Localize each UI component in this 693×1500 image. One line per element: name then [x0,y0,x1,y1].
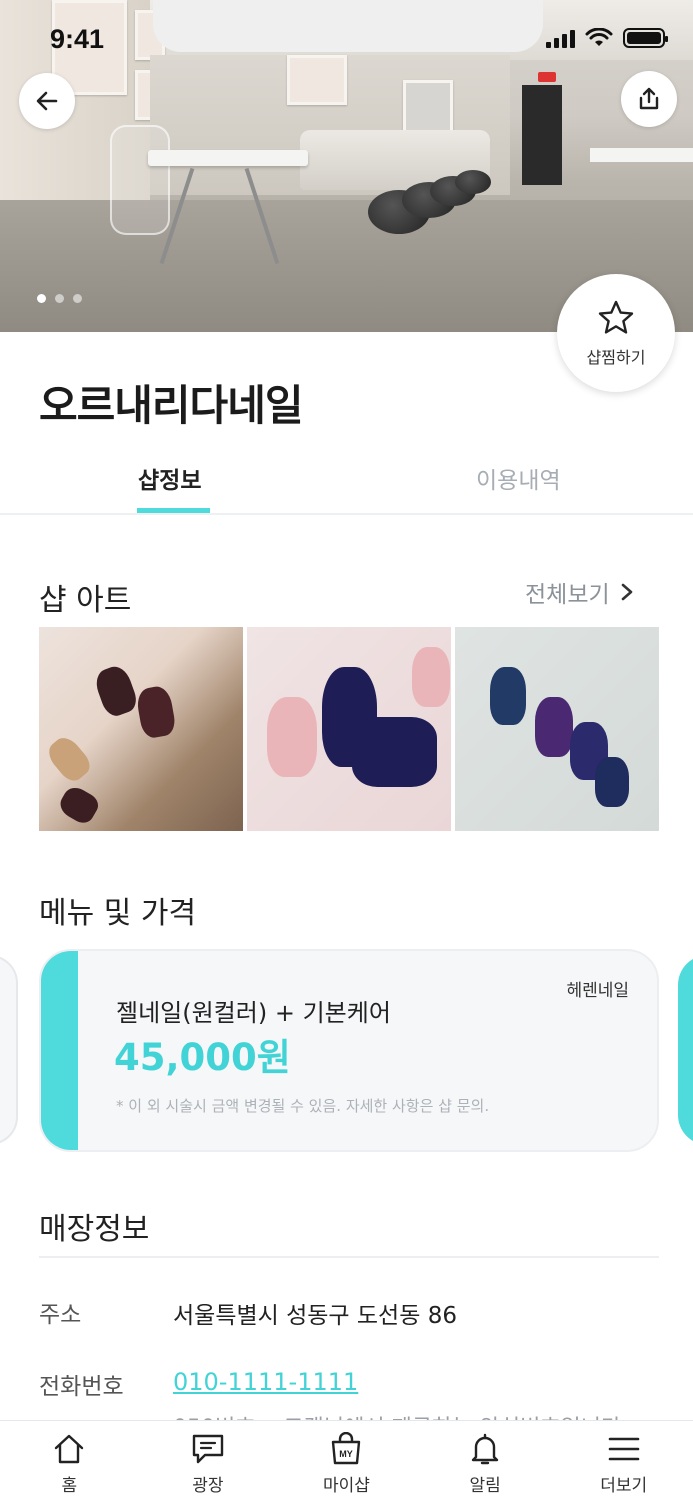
wifi-icon [585,28,613,46]
nail-shape [134,684,178,740]
battery-icon [623,28,668,48]
art-gallery [39,627,659,831]
my-bag-text: MY [340,1449,354,1459]
star-icon [598,300,634,334]
nav-more[interactable]: 더보기 [554,1421,693,1500]
hero-page-indicator [37,294,82,303]
bell-icon [467,1431,503,1467]
nav-square-label: 광장 [192,1476,224,1496]
price-card-body: 헤렌네일 젤네일(원컬러) + 기본케어 45,000원 * 이 외 시술시 금… [39,949,659,1152]
chevron-right-icon [621,583,632,601]
nail-art-photo[interactable] [455,627,659,831]
page-dot [73,294,82,303]
hero-right-table [590,148,693,162]
nav-myshop[interactable]: MY 마이샵 [277,1421,416,1500]
hero-exit-sign [538,72,556,82]
nail-shape [412,647,450,707]
hero-pouf [455,170,491,194]
back-button[interactable] [19,73,75,129]
price-card-note: * 이 외 시술시 금액 변경될 수 있음. 자세한 사항은 샵 문의. [116,1097,490,1115]
nav-more-label: 더보기 [600,1476,648,1496]
address-label: 주소 [39,1302,82,1328]
favorite-label: 샵찜하기 [586,348,646,367]
nav-notifications[interactable]: 알림 [416,1421,555,1500]
next-price-card[interactable] [678,955,693,1145]
phone-link[interactable]: 010-1111-1111 [173,1368,358,1396]
phone-label: 전화번호 [39,1374,124,1400]
page-dot [37,294,46,303]
hero-table [148,150,308,166]
nail-shape [535,697,573,757]
hero-door [522,85,562,185]
tab-shop-info[interactable]: 샵정보 [138,461,201,495]
nav-notifications-label: 알림 [469,1476,501,1496]
my-bag-icon: MY [328,1431,364,1467]
nav-home[interactable]: 홈 [0,1421,139,1500]
price-card-vendor: 헤렌네일 [566,981,629,1001]
home-icon [51,1431,87,1467]
nail-shape [490,667,526,725]
nav-square[interactable]: 광장 [139,1421,278,1500]
price-card-menu-name: 젤네일(원컬러) + 기본케어 [116,999,391,1027]
price-card-price: 45,000원 [114,1036,291,1079]
art-section-title: 샵 아트 [39,583,132,618]
nail-shape [43,732,95,786]
section-divider [39,1256,659,1258]
previous-price-card[interactable] [0,955,18,1145]
active-tab-indicator [137,508,210,513]
arrow-left-icon [36,91,58,111]
nail-art-photo[interactable] [247,627,451,831]
page-dot [55,294,64,303]
status-icons [546,28,668,48]
price-card-accent [41,951,78,1150]
share-button[interactable] [621,71,677,127]
nail-art-photo[interactable] [39,627,243,831]
address-value: 서울특별시 성동구 도선동 86 [173,1303,457,1329]
tab-bar: 샵정보 이용내역 [0,445,693,515]
hero-glass-chair [110,125,170,235]
tab-usage-history[interactable]: 이용내역 [476,461,561,495]
chat-icon [190,1431,226,1467]
device-notch [153,0,543,52]
nail-shape [352,717,437,787]
see-all-link[interactable]: 전체보기 [525,575,634,609]
menu-icon [606,1431,642,1467]
favorite-shop-button[interactable]: 샵찜하기 [557,274,675,392]
nail-shape [91,662,141,720]
see-all-label: 전체보기 [525,582,610,608]
status-time: 9:41 [50,24,105,54]
menu-section-title: 메뉴 및 가격 [39,896,197,931]
nail-shape [267,697,317,777]
signal-icon [546,28,575,48]
store-info-title: 매장정보 [39,1212,150,1247]
price-card[interactable]: 헤렌네일 젤네일(원컬러) + 기본케어 45,000원 * 이 외 시술시 금… [39,949,659,1152]
nail-shape [55,783,103,827]
hero-wall-frame [287,55,347,105]
nav-myshop-label: 마이샵 [323,1476,370,1496]
share-icon [639,87,659,110]
bottom-navigation: 홈 광장 MY 마이샵 알림 더보기 [0,1420,693,1500]
nail-shape [595,757,629,807]
nav-home-label: 홈 [61,1476,78,1496]
shop-name: 오르내리다네일 [39,381,303,430]
